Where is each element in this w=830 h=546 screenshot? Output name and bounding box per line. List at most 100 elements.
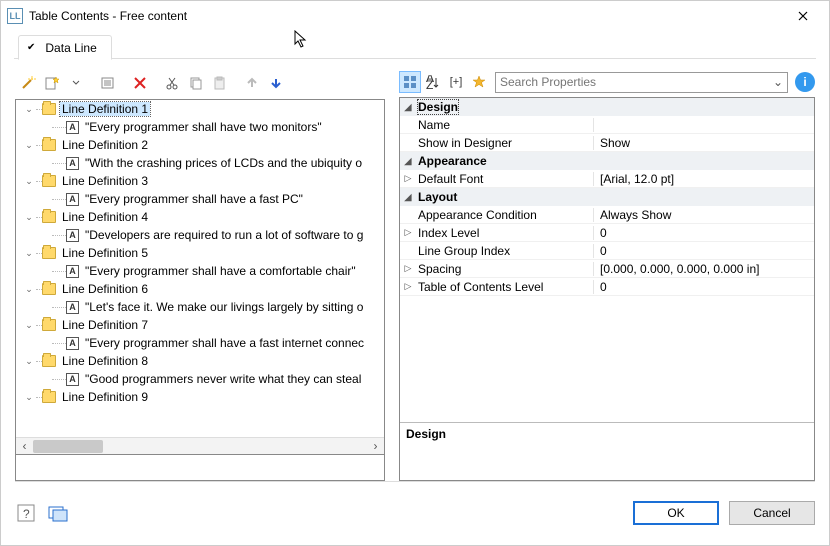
tree-folder-row[interactable]: ⌄ Line Definition 6 bbox=[16, 280, 384, 298]
property-row[interactable]: Show in DesignerShow bbox=[400, 134, 814, 152]
tree-text-row[interactable]: A"Let's face it. We make our livings lar… bbox=[16, 298, 384, 316]
property-row[interactable]: ▷Default Font[Arial, 12.0 pt] bbox=[400, 170, 814, 188]
tree-folder-row[interactable]: ⌄Line Definition 7 bbox=[16, 316, 384, 334]
close-icon bbox=[798, 11, 808, 21]
folder-icon bbox=[42, 211, 56, 223]
chevron-down-icon[interactable]: ⌄ bbox=[773, 75, 783, 89]
horizontal-scrollbar[interactable]: ‹ › bbox=[16, 437, 384, 454]
paste-button[interactable] bbox=[209, 72, 231, 94]
line-tree[interactable]: ⌄ Line Definition 1 A"Every programmer sha… bbox=[15, 99, 385, 455]
scroll-track[interactable] bbox=[33, 438, 367, 455]
property-value[interactable]: 0 bbox=[594, 226, 814, 240]
tree-text-row[interactable]: A"With the crashing prices of LCDs and t… bbox=[16, 154, 384, 172]
new-line-button[interactable] bbox=[41, 72, 63, 94]
property-value[interactable]: Show bbox=[594, 136, 814, 150]
tree-folder-row[interactable]: ⌄Line Definition 5 bbox=[16, 244, 384, 262]
property-grid[interactable]: ◢DesignNameShow in DesignerShow◢Appearan… bbox=[399, 97, 815, 481]
collapse-icon[interactable]: ⌄ bbox=[22, 140, 36, 151]
property-row[interactable]: ▷Index Level0 bbox=[400, 224, 814, 242]
tree-folder-row[interactable]: ⌄Line Definition 9 bbox=[16, 388, 384, 406]
move-down-button[interactable] bbox=[265, 72, 287, 94]
collapse-icon[interactable]: ◢ bbox=[400, 156, 416, 167]
copy-button[interactable] bbox=[185, 72, 207, 94]
property-row[interactable]: Name bbox=[400, 116, 814, 134]
expand-icon[interactable]: ▷ bbox=[400, 281, 416, 292]
search-properties[interactable]: ⌄ bbox=[495, 72, 788, 93]
categorized-button[interactable] bbox=[399, 71, 421, 93]
tab-data-line[interactable]: ✔ Data Line bbox=[18, 35, 112, 60]
tree-label: "Good programmers never write what they … bbox=[83, 372, 363, 386]
property-value[interactable]: [0.000, 0.000, 0.000, 0.000 in] bbox=[594, 262, 814, 276]
cancel-label: Cancel bbox=[753, 506, 790, 520]
tree-text-row[interactable]: A "Good programmers never write what they… bbox=[16, 370, 384, 388]
text-icon: A bbox=[66, 193, 79, 206]
tree-folder-row[interactable]: ⌄ Line Definition 4 bbox=[16, 208, 384, 226]
scroll-thumb[interactable] bbox=[33, 440, 103, 453]
info-button[interactable]: i bbox=[795, 72, 815, 92]
expand-icon[interactable]: ▷ bbox=[400, 173, 416, 184]
tree-text-row[interactable]: A"Every programmer shall have a fast PC" bbox=[16, 190, 384, 208]
text-icon: A bbox=[66, 157, 79, 170]
text-icon: A bbox=[66, 373, 79, 386]
folder-icon bbox=[42, 139, 56, 151]
cut-button[interactable] bbox=[161, 72, 183, 94]
search-input[interactable] bbox=[500, 75, 773, 89]
ok-button[interactable]: OK bbox=[633, 501, 719, 525]
scroll-left-icon[interactable]: ‹ bbox=[16, 438, 33, 455]
collapse-icon[interactable]: ⌄ bbox=[22, 212, 36, 223]
tree-folder-row[interactable]: ⌄Line Definition 2 bbox=[16, 136, 384, 154]
property-value[interactable]: [Arial, 12.0 pt] bbox=[594, 172, 814, 186]
collapse-icon[interactable]: ⌄ bbox=[22, 104, 36, 115]
categorized-icon bbox=[403, 75, 417, 89]
help-button[interactable]: ? bbox=[15, 502, 37, 524]
expand-icon[interactable]: ▷ bbox=[400, 263, 416, 274]
property-category[interactable]: ◢Design bbox=[400, 98, 814, 116]
tree-folder-row[interactable]: ⌄Line Definition 3 bbox=[16, 172, 384, 190]
move-up-button[interactable] bbox=[241, 72, 263, 94]
alphabetical-button[interactable]: AZ bbox=[422, 71, 444, 93]
new-item-button[interactable] bbox=[17, 72, 39, 94]
tree-text-row[interactable]: A"Every programmer shall have a fast int… bbox=[16, 334, 384, 352]
collapse-icon[interactable]: ⌄ bbox=[22, 392, 36, 403]
collapse-icon[interactable]: ⌄ bbox=[22, 356, 36, 367]
collapse-icon[interactable]: ⌄ bbox=[22, 284, 36, 295]
tree-label: Line Definition 1 bbox=[60, 102, 150, 116]
title-bar: LL Table Contents - Free content bbox=[1, 1, 829, 31]
scroll-right-icon[interactable]: › bbox=[367, 438, 384, 455]
property-row[interactable]: ▷Spacing[0.000, 0.000, 0.000, 0.000 in] bbox=[400, 260, 814, 278]
property-value[interactable]: 0 bbox=[594, 244, 814, 258]
property-description-title: Design bbox=[400, 422, 814, 480]
cancel-button[interactable]: Cancel bbox=[729, 501, 815, 525]
tree-folder-row[interactable]: ⌄ Line Definition 1 bbox=[16, 100, 384, 118]
tree-label: Line Definition 4 bbox=[60, 210, 150, 224]
tree-text-row[interactable]: A"Every programmer shall have a comforta… bbox=[16, 262, 384, 280]
property-row[interactable]: Appearance ConditionAlways Show bbox=[400, 206, 814, 224]
tree-text-row[interactable]: A"Developers are required to run a lot o… bbox=[16, 226, 384, 244]
property-category[interactable]: ◢Layout bbox=[400, 188, 814, 206]
properties-button[interactable] bbox=[97, 72, 119, 94]
tree-text-row[interactable]: A"Every programmer shall have two monito… bbox=[16, 118, 384, 136]
favorite-button[interactable] bbox=[468, 71, 490, 93]
close-button[interactable] bbox=[783, 2, 823, 30]
property-row[interactable]: Line Group Index0 bbox=[400, 242, 814, 260]
property-name: Index Level bbox=[416, 226, 594, 240]
collapse-icon[interactable]: ⌄ bbox=[22, 320, 36, 331]
dropdown-button[interactable] bbox=[65, 72, 87, 94]
left-toolbar bbox=[15, 71, 385, 95]
collapse-icon[interactable]: ⌄ bbox=[22, 176, 36, 187]
property-value[interactable]: 0 bbox=[594, 280, 814, 294]
property-category[interactable]: ◢Appearance bbox=[400, 152, 814, 170]
collapse-icon[interactable]: ◢ bbox=[400, 192, 416, 203]
document-star-icon bbox=[44, 75, 60, 91]
property-row[interactable]: ▷Table of Contents Level0 bbox=[400, 278, 814, 296]
delete-button[interactable] bbox=[129, 72, 151, 94]
expand-icon[interactable]: ▷ bbox=[400, 227, 416, 238]
expand-button[interactable]: [+] bbox=[445, 71, 467, 93]
collapse-icon[interactable]: ◢ bbox=[400, 102, 416, 113]
property-value[interactable]: Always Show bbox=[594, 208, 814, 222]
collapse-icon[interactable]: ⌄ bbox=[22, 248, 36, 259]
tree-folder-row[interactable]: ⌄Line Definition 8 bbox=[16, 352, 384, 370]
tree-label: Line Definition 6 bbox=[60, 282, 150, 296]
delete-icon bbox=[133, 76, 147, 90]
layout-button[interactable] bbox=[47, 502, 69, 524]
